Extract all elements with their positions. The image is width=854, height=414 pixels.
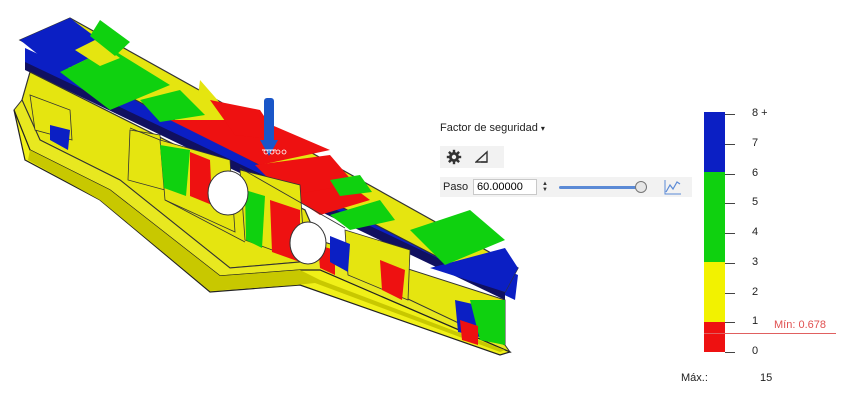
legend-tick: [725, 143, 735, 145]
min-label: Mín: 0.678: [774, 319, 826, 331]
step-control: Paso ▲▼: [440, 177, 692, 197]
chevron-down-icon: ▾: [540, 123, 545, 133]
slider-thumb[interactable]: [635, 181, 647, 193]
legend-tick: [725, 203, 735, 205]
legend-tick: [725, 262, 735, 264]
legend-tick-label: 6: [752, 166, 759, 179]
legend-tick: [725, 173, 735, 175]
legend-tick: [725, 233, 735, 234]
color-legend: [704, 112, 725, 352]
step-spinner[interactable]: ▲ ▼: [539, 179, 551, 195]
legend-tick-label: 8 +: [752, 107, 768, 119]
min-indicator-line: [704, 333, 836, 334]
step-label: Paso: [443, 181, 469, 193]
legend-tick: [725, 114, 735, 115]
result-type-label: Factor de seguridad: [440, 122, 538, 134]
legend-tick-label: 7: [752, 136, 759, 149]
step-value-input[interactable]: [473, 179, 537, 195]
legend-band: [704, 172, 725, 262]
legend-band: [704, 112, 725, 172]
legend-tick: [725, 352, 735, 353]
legend-tick-label: 5: [752, 196, 759, 209]
triangle-icon[interactable]: [472, 147, 492, 167]
result-toolbar: [440, 146, 504, 168]
legend-band: [704, 262, 725, 322]
max-label: Máx.:: [681, 372, 708, 384]
legend-tick-label: 3: [752, 255, 759, 268]
legend-tick-label: 2: [752, 285, 759, 298]
gear-icon[interactable]: [444, 147, 464, 167]
result-type-dropdown[interactable]: Factor de seguridad ▾: [440, 118, 545, 138]
legend-band: [704, 322, 725, 352]
slider-track: [559, 186, 647, 189]
legend-tick-label: 1: [752, 315, 759, 328]
legend-tick: [725, 322, 735, 324]
step-slider[interactable]: [559, 179, 647, 195]
legend-tick-label: 4: [752, 226, 759, 238]
graph-icon[interactable]: [663, 178, 683, 196]
max-value: 15: [760, 372, 773, 384]
legend-tick-label: 0: [752, 345, 759, 357]
legend-tick: [725, 292, 735, 294]
